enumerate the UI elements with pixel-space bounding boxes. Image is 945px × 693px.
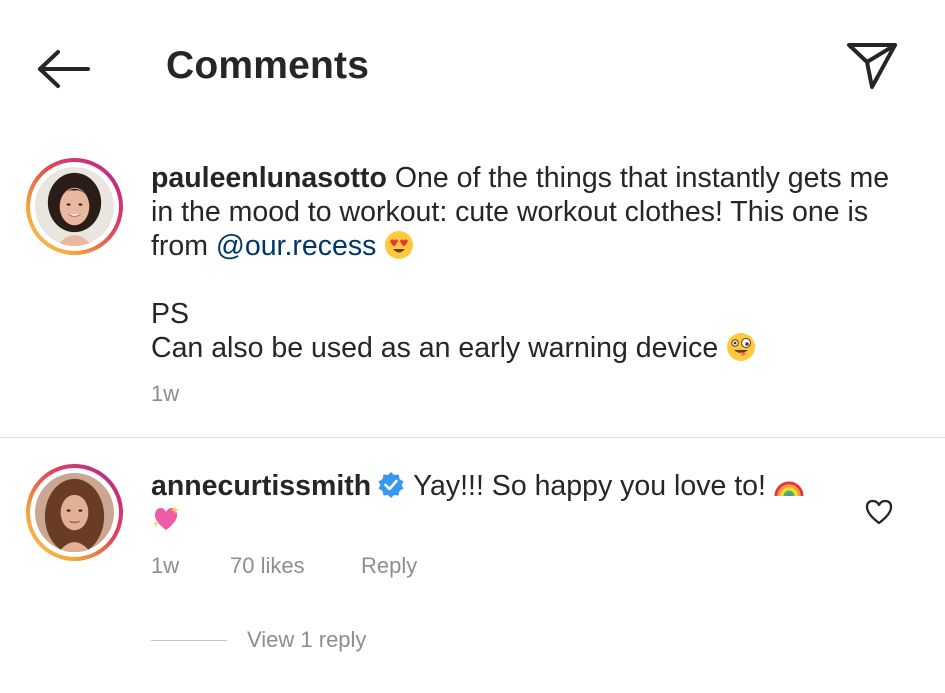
divider (0, 437, 945, 438)
view-replies-label: View 1 reply (247, 627, 367, 652)
view-replies-button[interactable]: View 1 reply (151, 627, 366, 653)
ps-label: PS (151, 298, 190, 330)
profile-photo (35, 167, 114, 246)
back-button[interactable] (34, 44, 94, 94)
reply-button[interactable]: Reply (361, 553, 417, 579)
like-button[interactable] (862, 495, 896, 529)
sparkling-heart-emoji (153, 506, 179, 530)
arrow-left-icon (38, 50, 90, 88)
ps-text: Can also be used as an early warning dev… (151, 332, 727, 364)
comment-body: Yay!!! So happy you love to! (413, 470, 774, 502)
rainbow-emoji (774, 481, 804, 497)
zany-face-emoji (727, 333, 756, 361)
likes-count[interactable]: 70 likes (230, 553, 361, 579)
profile-photo (35, 473, 114, 552)
heart-eyes-emoji (385, 231, 414, 259)
comment-meta: 1w 70 likes Reply (151, 553, 417, 579)
header-bar: Comments (0, 0, 945, 135)
share-button[interactable] (844, 40, 900, 92)
comment-text: annecurtissmith Yay!!! So happy you love… (151, 469, 831, 537)
caption-text: pauleenlunasotto One of the things that … (151, 161, 891, 365)
verified-badge-icon (378, 472, 404, 498)
avatar[interactable] (26, 464, 123, 561)
mention-link[interactable]: @our.recess (216, 230, 376, 262)
comment-username[interactable]: annecurtissmith (151, 470, 371, 502)
comment-timestamp: 1w (151, 553, 180, 578)
page-title: Comments (166, 44, 370, 87)
caption-timestamp: 1w (151, 381, 180, 406)
caption-username[interactable]: pauleenlunasotto (151, 162, 387, 194)
paper-plane-icon (847, 43, 897, 89)
avatar[interactable] (26, 158, 123, 255)
heart-outline-icon (865, 499, 893, 525)
replies-line (151, 639, 227, 641)
